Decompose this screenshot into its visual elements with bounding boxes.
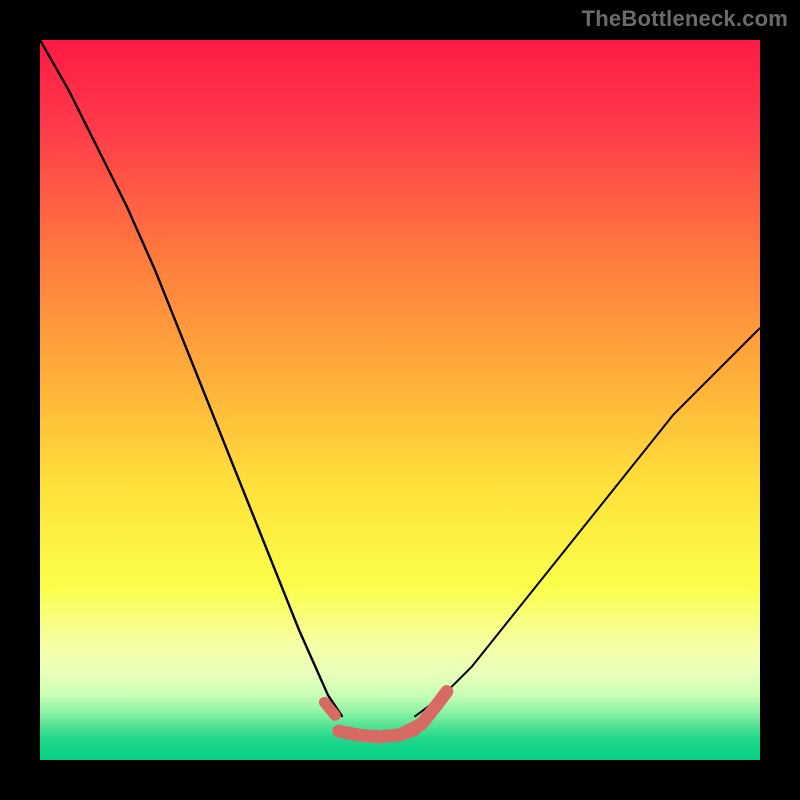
chart-frame: TheBottleneck.com	[0, 0, 800, 800]
plot-area	[40, 40, 760, 760]
watermark: TheBottleneck.com	[582, 6, 788, 32]
series-bottleneck-left	[40, 40, 342, 717]
series-marker-right-up	[400, 692, 447, 735]
curve-layer	[40, 40, 760, 760]
series-bottleneck-right	[414, 328, 760, 717]
